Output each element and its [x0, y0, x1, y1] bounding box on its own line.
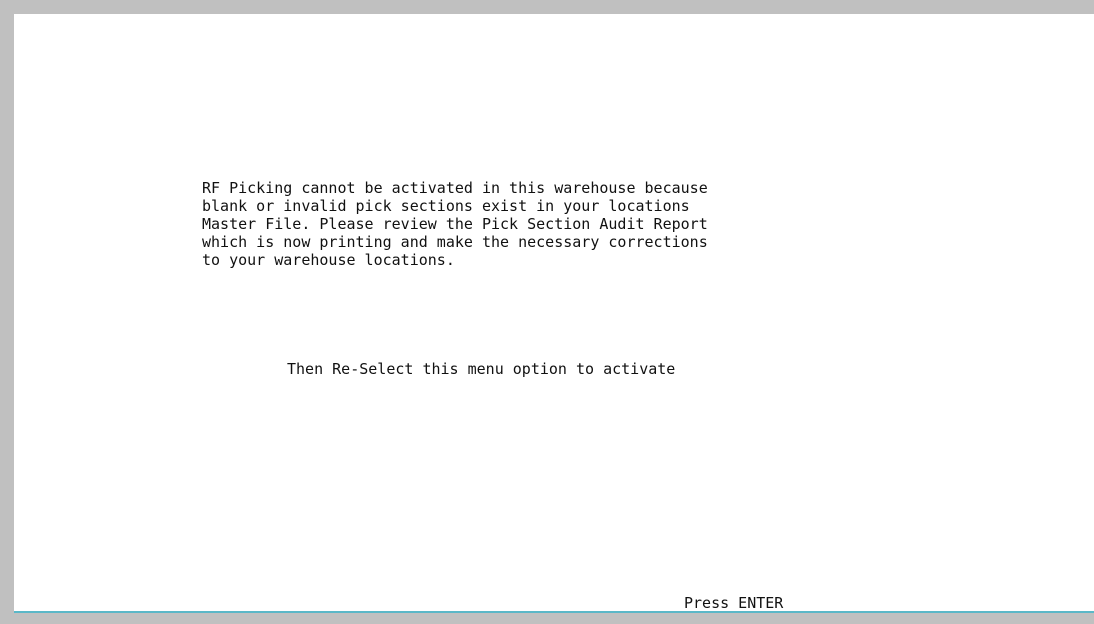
press-enter-prompt[interactable]: Press ENTER — [684, 594, 783, 612]
reselect-instruction: Then Re-Select this menu option to activ… — [287, 360, 676, 378]
message-line-5: to your warehouse locations. — [202, 251, 455, 269]
message-line-2: blank or invalid pick sections exist in … — [202, 197, 690, 215]
message-line-1: RF Picking cannot be activated in this w… — [202, 179, 708, 197]
terminal-screen: RF Picking cannot be activated in this w… — [14, 14, 1094, 613]
message-line-3: Master File. Please review the Pick Sect… — [202, 215, 708, 233]
message-line-4: which is now printing and make the neces… — [202, 233, 708, 251]
